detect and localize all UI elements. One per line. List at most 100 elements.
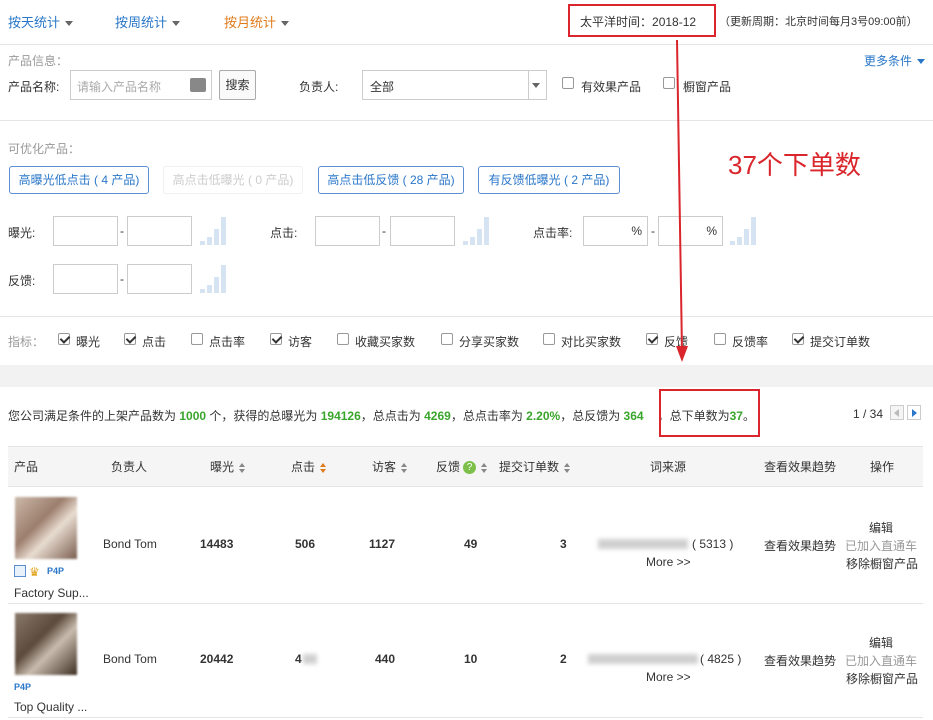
metric-label: 收藏买家数 bbox=[355, 335, 416, 349]
tab-weekly[interactable]: 按周统计 bbox=[115, 12, 181, 31]
sort-icon bbox=[481, 462, 488, 473]
product-thumbnail[interactable] bbox=[15, 613, 77, 675]
col-orders[interactable]: 提交订单数 bbox=[499, 458, 571, 475]
owner-cell: Bond Tom bbox=[103, 537, 157, 551]
tab-monthly[interactable]: 按月统计 bbox=[224, 12, 290, 31]
next-page-button[interactable] bbox=[907, 405, 921, 420]
edit-link[interactable]: 编辑 bbox=[869, 634, 893, 651]
metric-checkbox[interactable] bbox=[792, 333, 804, 345]
click-min-input[interactable] bbox=[315, 216, 380, 246]
metric-checkbox[interactable] bbox=[337, 333, 349, 345]
remove-window-link[interactable]: 移除橱窗产品 bbox=[846, 670, 918, 687]
help-icon[interactable]: ? bbox=[463, 461, 477, 475]
col-owner: 负责人 bbox=[111, 460, 148, 474]
visitors-cell: 1127 bbox=[369, 537, 396, 551]
owner-select[interactable]: 全部 bbox=[362, 70, 547, 100]
col-clicks[interactable]: 点击 bbox=[291, 458, 327, 475]
pill-high-exposure-low-click[interactable]: 高曝光低点击 ( 4 产品) bbox=[9, 166, 149, 194]
crown-icon: ♛ bbox=[29, 565, 40, 579]
tab-daily[interactable]: 按天统计 bbox=[8, 12, 74, 31]
metric-checkbox[interactable] bbox=[124, 333, 136, 345]
product-name-placeholder: 请输入产品名称 bbox=[77, 80, 162, 94]
source-count: ( 4825 ) bbox=[700, 652, 742, 666]
feedback-distribution-icon bbox=[200, 265, 226, 293]
summary-part: ，总反馈为 bbox=[560, 409, 624, 423]
product-name-input[interactable]: 请输入产品名称 bbox=[70, 70, 212, 100]
metric-checkbox[interactable] bbox=[58, 333, 70, 345]
clicks-cell: 506 bbox=[295, 537, 316, 551]
search-button[interactable]: 搜索 bbox=[219, 70, 256, 100]
optimize-label: 可优化产品： bbox=[8, 142, 81, 156]
product-thumbnail[interactable] bbox=[15, 497, 77, 559]
more-link[interactable]: More >> bbox=[646, 555, 691, 569]
col-ops: 操作 bbox=[870, 460, 895, 474]
prev-page-button[interactable] bbox=[890, 405, 904, 420]
product-info-label: 产品信息： bbox=[8, 54, 69, 68]
click-distribution-icon bbox=[463, 217, 489, 245]
range-dash: - bbox=[651, 224, 655, 238]
exposure-distribution-icon bbox=[200, 217, 226, 245]
metric-label: 曝光 bbox=[76, 335, 101, 349]
col-clicks-label: 点击 bbox=[291, 460, 316, 474]
chevron-down-icon bbox=[65, 21, 74, 27]
feedback-cell: 10 bbox=[464, 652, 478, 666]
col-orders-label: 提交订单数 bbox=[499, 460, 560, 474]
ctr-min-input[interactable]: % bbox=[583, 216, 648, 246]
summary-part: ，总点击率为 bbox=[450, 409, 527, 423]
owner-label: 负责人: bbox=[299, 80, 339, 94]
feedback-min-input[interactable] bbox=[53, 264, 118, 294]
col-visitors[interactable]: 访客 bbox=[372, 458, 408, 475]
grid-icon bbox=[14, 565, 26, 577]
pill-feedback-low-exposure[interactable]: 有反馈低曝光 ( 2 产品) bbox=[478, 166, 620, 194]
edit-link[interactable]: 编辑 bbox=[869, 519, 893, 536]
view-trend-link[interactable]: 查看效果趋势 bbox=[764, 537, 836, 554]
orders-cell: 2 bbox=[560, 652, 567, 666]
sort-icon bbox=[320, 462, 327, 473]
metric-label: 访客 bbox=[288, 335, 313, 349]
exposure-cell: 20442 bbox=[200, 652, 234, 666]
chevron-down-icon bbox=[172, 21, 181, 27]
feedback-cell: 49 bbox=[464, 537, 478, 551]
ctr-range-label: 点击率: bbox=[533, 226, 573, 240]
metric-label: 对比买家数 bbox=[561, 335, 622, 349]
tab-weekly-label: 按周统计 bbox=[115, 15, 168, 30]
feedback-range-label: 反馈: bbox=[8, 274, 36, 288]
more-conditions-link[interactable]: 更多条件 bbox=[864, 52, 926, 69]
product-name[interactable]: Factory Sup... bbox=[14, 586, 89, 600]
exposure-max-input[interactable] bbox=[127, 216, 192, 246]
metric-checkbox[interactable] bbox=[543, 333, 555, 345]
added-p4p-status: 已加入直通车 bbox=[845, 654, 918, 668]
keyboard-icon[interactable] bbox=[190, 78, 206, 92]
more-link[interactable]: More >> bbox=[646, 670, 691, 684]
pill-high-click-low-feedback[interactable]: 高点击低反馈 ( 28 产品) bbox=[318, 166, 464, 194]
effective-products-checkbox[interactable] bbox=[562, 77, 574, 89]
update-cycle-note: （更新周期：北京时间每月3号09:00前） bbox=[719, 16, 918, 28]
pacific-time-value: 2018-12 bbox=[652, 15, 697, 29]
metric-checkbox[interactable] bbox=[270, 333, 282, 345]
chevron-down-icon bbox=[917, 59, 926, 65]
row-divider bbox=[8, 603, 923, 604]
ctr-max-input[interactable]: % bbox=[658, 216, 723, 246]
section-band bbox=[0, 365, 933, 387]
col-exposure[interactable]: 曝光 bbox=[210, 458, 246, 475]
summary-part: 您公司满足条件的上架产品数为 bbox=[8, 409, 180, 423]
owner-select-toggle[interactable] bbox=[528, 71, 546, 99]
feedback-max-input[interactable] bbox=[127, 264, 192, 294]
divider bbox=[0, 316, 933, 317]
pagination-text: 1 / 34 bbox=[853, 407, 884, 421]
metric-checkbox[interactable] bbox=[441, 333, 453, 345]
product-name[interactable]: Top Quality ... bbox=[14, 700, 87, 714]
chevron-down-icon bbox=[532, 83, 540, 88]
exposure-range-label: 曝光: bbox=[8, 226, 36, 240]
metric-checkbox[interactable] bbox=[646, 333, 658, 345]
col-feedback[interactable]: 反馈? bbox=[436, 458, 488, 475]
keyword-source-blurred bbox=[598, 539, 688, 549]
exposure-min-input[interactable] bbox=[53, 216, 118, 246]
metric-checkbox[interactable] bbox=[191, 333, 203, 345]
col-product: 产品 bbox=[14, 460, 39, 474]
metric-checkbox[interactable] bbox=[714, 333, 726, 345]
percent-sign: % bbox=[631, 224, 642, 238]
remove-window-link[interactable]: 移除橱窗产品 bbox=[846, 555, 918, 572]
click-max-input[interactable] bbox=[390, 216, 455, 246]
view-trend-link[interactable]: 查看效果趋势 bbox=[764, 652, 836, 669]
